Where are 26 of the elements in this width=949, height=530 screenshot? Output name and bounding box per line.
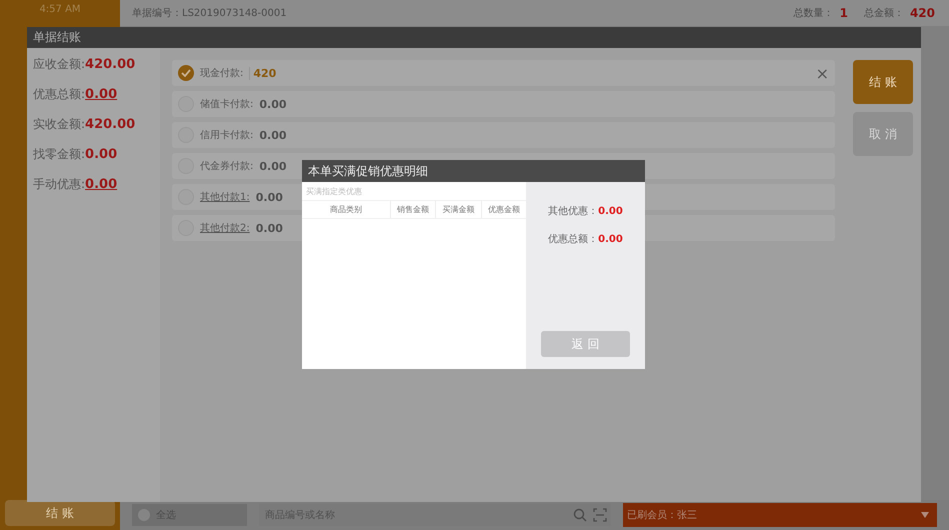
column-header: 商品类别	[329, 204, 363, 216]
total-value: 420	[910, 6, 935, 20]
summary-label: 实收金额:	[33, 116, 86, 133]
other-discount: 其他优惠：0.00	[548, 204, 623, 218]
dialog-title: 单据结账	[27, 27, 921, 48]
total-label: 总金额：	[864, 6, 904, 20]
clock-time: 4:57 AM	[39, 4, 81, 15]
summary-label: 优惠总额:	[33, 86, 86, 103]
order-number: 单据编号：LS2019073148-0001	[132, 6, 287, 20]
section-label: 买满指定类优惠	[305, 186, 363, 198]
payment-label: 信用卡付款:	[200, 128, 254, 142]
payment-label: 储值卡付款:	[200, 98, 254, 111]
summary-value: 420.00	[85, 57, 136, 72]
column-header: 销售金额	[390, 201, 435, 218]
quantity-value: 1	[840, 6, 848, 20]
summary-value: 0.00	[85, 147, 118, 162]
dialog-title: 本单买满促销优惠明细	[302, 160, 645, 182]
summary-label: 找零金额:	[33, 146, 86, 163]
summary-label: 应收金额:	[33, 56, 86, 73]
summary-label: 手动优惠:	[33, 176, 86, 193]
payment-label: 现金付款:	[200, 67, 244, 80]
payment-label: 代金券付款:	[200, 160, 254, 173]
column-header: 买满金额	[435, 201, 481, 218]
summary-value: 420.00	[85, 117, 136, 132]
quantity-label: 总数量：	[794, 6, 834, 20]
discount-total: 优惠总额：0.00	[548, 232, 623, 246]
